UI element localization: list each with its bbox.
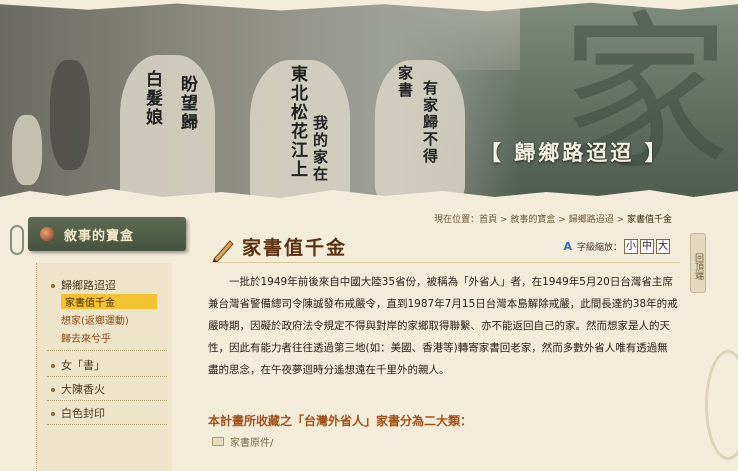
sidebar-menu: 歸鄉路迢迢 家書值千金 想家(返鄉運動) 歸去來兮乎 女「書」 大陳香火 白色封… [36,263,172,471]
sidebar-item-label: 歸鄉路迢迢 [61,279,116,292]
section-subheading: 本計畫所收藏之「台灣外省人」家書分為二大類： [208,414,473,428]
sidebar-item-label: 白色封印 [61,407,105,420]
paperclip-icon [10,225,24,255]
photo-figure-1 [120,55,215,200]
font-size-label: 字級縮放： [576,243,622,253]
breadcrumb-current: 家書值千金 [626,215,672,225]
envelope-icon [212,437,224,446]
photo-figure-woman [50,60,90,170]
bullet-icon [51,364,55,368]
banner-title: 【 歸鄉路迢迢 】 [480,140,669,165]
sidebar-item-label: 女「書」 [61,359,105,372]
sidebar-header-label: 敘事的寶盒 [64,228,135,244]
font-size-control: A 字級縮放： 小 中 大 [563,239,670,254]
sidebar-header: 敘事的寶盒 [28,217,186,251]
shirt-text: 東北松花江上 [287,65,307,179]
bullet-icon [51,388,55,392]
font-large-button[interactable]: 大 [656,239,670,254]
bullet-icon [51,284,55,288]
breadcrumb-separator: > [497,215,511,225]
shirt-text: 家書 [396,65,414,99]
main-content: 現在位置：首頁 > 敘事的寶盒 > 歸鄉路迢迢 > 家書值千金 家書值千金 A … [200,205,690,471]
divider [47,400,167,401]
decorative-stamp [705,350,738,460]
breadcrumb-home[interactable]: 首頁 [479,215,497,225]
shirt-text: 盼望歸 [177,75,197,132]
doc-original-link[interactable]: 家書原件/ [212,434,273,449]
sidebar-item-dachen[interactable]: 大陳香火 [51,381,171,397]
back-to-top-button[interactable]: 回頂端 [690,233,706,293]
sidebar-subitem-return[interactable]: 歸去來兮乎 [61,330,111,345]
shirt-text: 我的家在 [311,115,329,183]
pen-icon [212,240,234,263]
body-paragraph: 一批於1949年前後來自中國大陸35省份，被稱為「外省人」者，在1949年5月2… [208,276,678,376]
divider [210,262,680,263]
breadcrumb-separator: > [555,215,569,225]
breadcrumb-prefix: 現在位置： [434,215,480,225]
shirt-text: 白髮娘 [142,70,162,127]
sidebar-subitem-family-letters[interactable]: 家書值千金 [61,294,157,309]
bullet-icon [51,412,55,416]
sidebar-item-white-seal[interactable]: 白色封印 [51,405,171,421]
shirt-text: 有家歸不得 [421,80,439,165]
breadcrumb-treasure-box[interactable]: 敘事的寶盒 [510,215,555,225]
breadcrumb-homecoming[interactable]: 歸鄉路迢迢 [569,215,614,225]
sidebar-item-homecoming[interactable]: 歸鄉路迢迢 [51,277,171,293]
breadcrumb-separator: > [613,215,627,225]
sidebar-subitem-homesick[interactable]: 想家(返鄉運動) [61,312,129,327]
divider [47,350,167,351]
doc-original-label: 家書原件/ [230,438,274,449]
photo-figure-child [12,115,42,185]
font-small-button[interactable]: 小 [624,239,638,254]
sidebar-item-label: 大陳香火 [61,383,105,396]
breadcrumb: 現在位置：首頁 > 敘事的寶盒 > 歸鄉路迢迢 > 家書值千金 [434,212,672,225]
font-size-icon: A [563,240,572,253]
divider [47,376,167,377]
sidebar: 敘事的寶盒 歸鄉路迢迢 家書值千金 想家(返鄉運動) 歸去來兮乎 女「書」 大陳… [0,205,186,471]
sidebar-item-womens-book[interactable]: 女「書」 [51,357,171,373]
page-title: 家書值千金 [242,237,348,259]
header-banner: 白髮娘 盼望歸 東北松花江上 我的家在 家書 有家歸不得 家 【 歸鄉路迢迢 】 [0,0,738,200]
divider [47,424,167,425]
font-medium-button[interactable]: 中 [640,239,654,254]
bullet-dot-icon [40,227,54,241]
